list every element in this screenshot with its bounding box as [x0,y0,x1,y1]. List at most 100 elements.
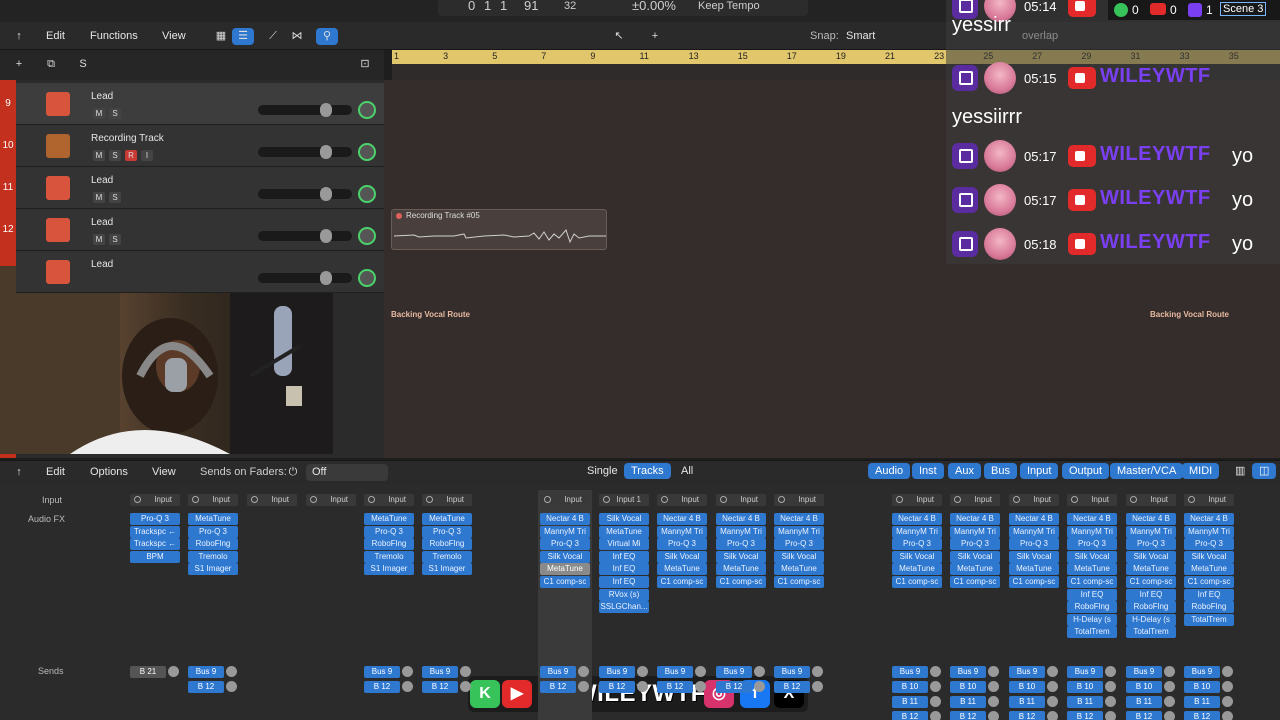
send-slot[interactable]: B 12 [364,681,400,693]
plugin-slot[interactable]: RoboFlng [1184,601,1234,614]
plugin-slot[interactable]: Pro-Q 3 [540,538,590,551]
plugin-slot[interactable]: RoboFlng [364,538,414,551]
plugin-slot[interactable]: C1 comp-sc [540,576,590,588]
fader-knob[interactable] [320,187,332,201]
plugin-slot[interactable]: Nectar 4 B [774,513,824,525]
send-knob[interactable] [1047,666,1058,677]
plugin-slot[interactable]: Nectar 4 B [716,513,766,525]
up-arrow-icon[interactable]: ↑ [8,28,30,45]
plugin-slot[interactable]: C1 comp-sc [1067,576,1117,588]
plugin-slot[interactable]: TotalTrem [1126,626,1176,639]
plugin-slot[interactable]: MetaTune [422,513,472,525]
plugin-slot[interactable]: Silk Vocal [1126,550,1176,563]
track-i-button[interactable]: I [141,150,153,161]
send-knob[interactable] [226,681,237,692]
snap-select[interactable]: Smart [840,28,881,45]
plugin-slot[interactable]: Pro-Q 3 [1184,538,1234,551]
plugin-slot[interactable]: MetaTune [950,563,1000,576]
plugin-slot[interactable]: TotalTrem [1067,626,1117,639]
plugin-slot[interactable]: Silk Vocal [599,513,649,525]
send-knob[interactable] [637,666,648,677]
volume-fader[interactable] [258,189,352,199]
plugin-slot[interactable]: MannyM Tri [716,525,766,538]
send-slot[interactable]: B 12 [1009,711,1045,720]
send-slot[interactable]: B 11 [892,696,928,708]
plugin-slot[interactable]: Silk Vocal [716,550,766,563]
pan-knob[interactable] [358,143,376,161]
plugin-slot[interactable]: BPM [130,550,180,563]
volume-fader[interactable] [258,147,352,157]
send-slot[interactable]: B 12 [950,711,986,720]
send-knob[interactable] [988,711,999,720]
send-slot[interactable]: B 10 [1009,681,1045,693]
plugin-slot[interactable]: Silk Vocal [892,550,942,563]
channel-strip[interactable]: Input Nectar 4 B MannyM Tri Pro-Q 3 Silk Voc… [538,490,592,720]
plugin-slot[interactable]: C1 comp-sc [657,576,707,588]
plugin-slot[interactable]: Pro-Q 3 [950,538,1000,551]
plugin-slot[interactable]: Inf EQ [599,563,649,576]
channel-strip[interactable]: Input Nectar 4 B MannyM Tri Pro-Q 3 Silk Voc… [1182,490,1236,720]
mixer-filter-input[interactable]: Input [1020,463,1059,479]
mixer-edit-menu[interactable]: Edit [40,464,71,481]
plugin-slot[interactable]: Nectar 4 B [540,513,590,525]
plugin-slot[interactable]: RoboFlng [188,538,238,551]
send-knob[interactable] [988,666,999,677]
plugin-slot[interactable]: Silk Vocal [1184,550,1234,563]
mixer-filter-inst[interactable]: Inst [912,463,944,479]
send-knob[interactable] [695,681,706,692]
channel-strip[interactable]: Input Nectar 4 B MannyM Tri Pro-Q 3 Silk Voc… [890,490,944,720]
send-slot[interactable]: B 11 [1126,696,1162,708]
send-slot[interactable]: B 12 [540,681,576,693]
send-slot[interactable]: B 12 [716,681,752,693]
send-knob[interactable] [1105,666,1116,677]
fader-knob[interactable] [320,103,332,117]
mixer-filter-midi[interactable]: MIDI [1182,463,1220,479]
plugin-slot[interactable]: C1 comp-sc [1184,576,1234,588]
send-knob[interactable] [460,666,471,677]
channel-strip[interactable]: Input Nectar 4 B MannyM Tri Pro-Q 3 Silk Voc… [772,490,826,720]
fader-knob[interactable] [320,271,332,285]
plugin-slot[interactable]: Inf EQ [1067,588,1117,601]
track-row[interactable]: Recording Track M S R I [16,125,384,167]
send-slot[interactable]: B 12 [1126,711,1162,720]
plugin-slot[interactable]: S1 Imager [364,563,414,576]
mixer-filter-output[interactable]: Output [1062,463,1110,479]
plugin-slot[interactable]: Pro-Q 3 [657,538,707,551]
send-knob[interactable] [578,681,589,692]
plugin-slot[interactable]: C1 comp-sc [950,576,1000,588]
channel-strip[interactable]: Input 1 Silk Vocal MetaTune Virtual Mi Inf E… [597,490,651,720]
send-knob[interactable] [930,681,941,692]
send-knob[interactable] [695,666,706,677]
track-row[interactable]: Lead M S [16,167,384,209]
marker-right[interactable]: Backing Vocal Route [1150,310,1229,319]
send-slot[interactable]: Bus 9 [1126,666,1162,678]
list-icon[interactable]: ☰ [232,28,254,45]
plugin-slot[interactable]: Nectar 4 B [1126,513,1176,525]
send-slot[interactable]: B 12 [774,681,810,693]
send-slot[interactable]: B 12 [599,681,635,693]
track-r-button[interactable]: R [125,150,137,161]
plugin-slot[interactable]: Pro-Q 3 [1067,538,1117,551]
plugin-slot[interactable]: Silk Vocal [774,550,824,563]
plugin-slot[interactable]: Pro-Q 3 [774,538,824,551]
plugin-slot[interactable]: MannyM Tri [1009,525,1059,538]
send-knob[interactable] [754,681,765,692]
channel-strip[interactable]: Input Nectar 4 B MannyM Tri Pro-Q 3 Silk Voc… [714,490,768,720]
send-knob[interactable] [168,666,179,677]
send-slot[interactable]: B 12 [892,711,928,720]
plugin-slot[interactable]: RVox (s) [599,588,649,601]
send-knob[interactable] [930,666,941,677]
track-m-button[interactable]: M [93,192,105,203]
plugin-slot[interactable]: MannyM Tri [1067,525,1117,538]
plugin-slot[interactable]: C1 comp-sc [716,576,766,588]
plugin-slot[interactable]: SSLGChan... [599,601,649,614]
volume-fader[interactable] [258,231,352,241]
send-knob[interactable] [988,696,999,707]
track-row[interactable]: Lead M S [16,209,384,251]
plugin-slot[interactable]: RoboFlng [1126,601,1176,614]
send-knob[interactable] [1105,681,1116,692]
plugin-slot[interactable]: S1 Imager [188,563,238,576]
mixer-filter-bus[interactable]: Bus [984,463,1017,479]
plugin-slot[interactable]: MetaTune [1009,563,1059,576]
lcd-display[interactable]: 0 1 1 91 32 ±0.00% Keep Tempo [438,0,808,16]
